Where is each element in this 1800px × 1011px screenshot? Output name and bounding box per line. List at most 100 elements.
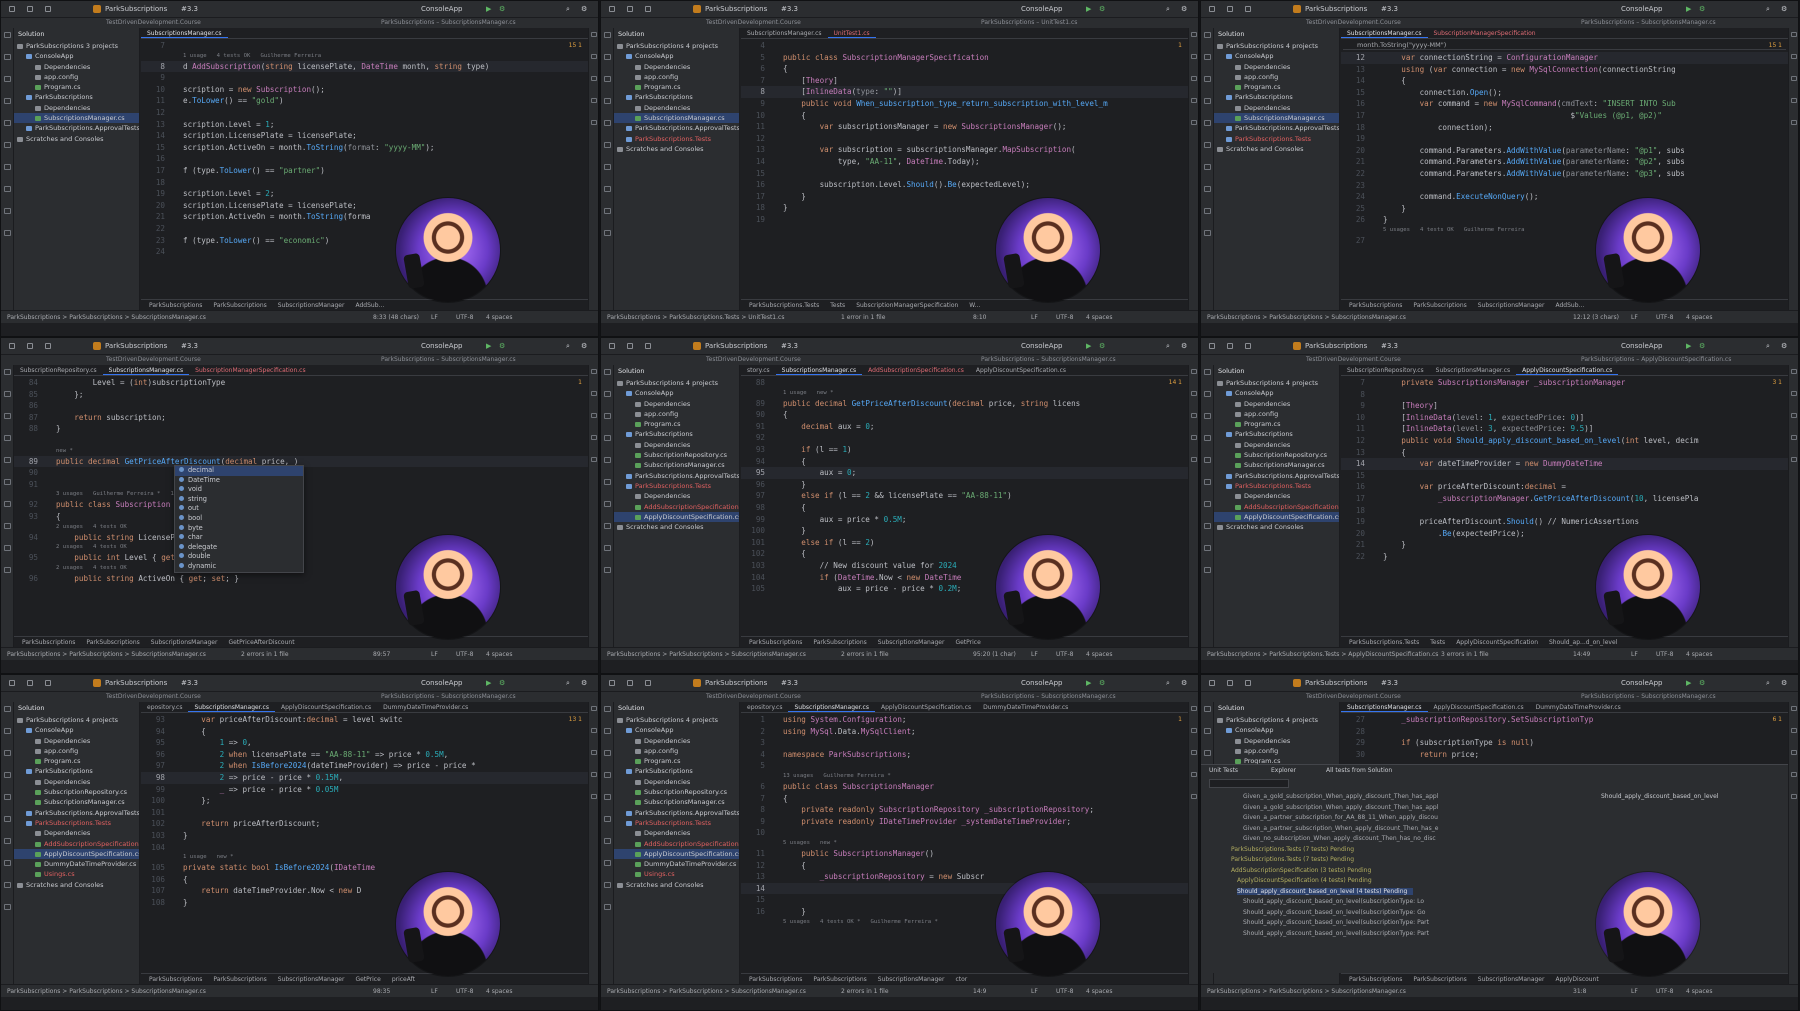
- bookmarks-icon[interactable]: [604, 772, 611, 778]
- menu-icon[interactable]: [1209, 680, 1215, 686]
- debug-icon[interactable]: ⚙: [499, 342, 505, 350]
- database-icon[interactable]: [591, 728, 597, 733]
- tree-item[interactable]: Program.cs: [1214, 82, 1339, 92]
- breadcrumb-item[interactable]: ParkSubscriptions: [1413, 976, 1466, 983]
- tree-item[interactable]: ParkSubscriptions.Tests: [614, 481, 739, 491]
- test-tree-row[interactable]: AddSubscriptionSpecification (3 tests) P…: [1231, 867, 1371, 874]
- editor-tab[interactable]: ApplyDiscountSpecification.cs: [875, 702, 977, 712]
- tree-item[interactable]: Dependencies: [14, 777, 139, 787]
- project-icon[interactable]: [1204, 369, 1211, 375]
- services-icon[interactable]: [1204, 567, 1211, 573]
- branch-name[interactable]: #3.3: [781, 342, 798, 350]
- tree-item[interactable]: Scratches and Consoles: [614, 522, 739, 532]
- solution-header[interactable]: Solution: [618, 704, 737, 715]
- menu-icon[interactable]: [9, 680, 15, 686]
- breadcrumb-item[interactable]: SubscriptionsManager: [278, 976, 345, 983]
- test-tree-row[interactable]: Should_apply_discount_based_on_level(sub…: [1243, 919, 1429, 926]
- commit-icon[interactable]: [1204, 391, 1211, 397]
- terminal-icon[interactable]: [1204, 501, 1211, 507]
- run-config[interactable]: ConsoleApp: [421, 342, 462, 350]
- code-line[interactable]: 27: [1341, 235, 1788, 247]
- code-line[interactable]: 95 aux = 0;: [741, 467, 1188, 479]
- tree-item[interactable]: Dependencies: [1214, 399, 1339, 409]
- completion-item[interactable]: DateTime: [175, 476, 303, 486]
- back-icon[interactable]: [27, 6, 33, 12]
- code-line[interactable]: 19: [741, 214, 1188, 226]
- structure-icon[interactable]: [4, 750, 11, 756]
- code-line[interactable]: 20 .Be(expectedPrice);: [1341, 528, 1788, 540]
- breadcrumb-item[interactable]: ParkSubscriptions.Tests: [1349, 639, 1419, 646]
- ai-icon[interactable]: [1191, 750, 1197, 755]
- tree-item[interactable]: ConsoleApp: [614, 51, 739, 61]
- tree-item[interactable]: ParkSubscriptions 4 projects: [614, 41, 739, 51]
- tree-item[interactable]: ParkSubscriptions: [14, 766, 139, 776]
- coverage-icon[interactable]: [591, 435, 597, 440]
- settings-icon[interactable]: ⚙: [1781, 342, 1787, 350]
- inspection-widget[interactable]: 3 1: [1772, 379, 1782, 386]
- run-icon[interactable]: [4, 794, 11, 800]
- tree-item[interactable]: ParkSubscriptions.ApprovalTests: [14, 808, 139, 818]
- status-path[interactable]: ParkSubscriptions > ParkSubscriptions > …: [1207, 988, 1406, 995]
- code-line[interactable]: 108}: [141, 897, 588, 909]
- git-icon[interactable]: [1204, 208, 1211, 214]
- tree-item[interactable]: SubscriptionsManager.cs: [614, 113, 739, 124]
- forward-icon[interactable]: [645, 6, 651, 12]
- status-errors[interactable]: 3 errors in 1 file: [1441, 651, 1489, 658]
- code-line[interactable]: 8: [1341, 389, 1788, 401]
- editor-tab[interactable]: SubscriptionsManager.cs: [1430, 365, 1517, 375]
- editor-tab[interactable]: ApplyDiscountSpecification.cs: [275, 702, 377, 712]
- caret-position[interactable]: 31:8: [1573, 988, 1586, 995]
- back-icon[interactable]: [27, 680, 33, 686]
- settings-icon[interactable]: ⚙: [1781, 5, 1787, 13]
- tree-item[interactable]: SubscriptionsManager.cs: [14, 113, 139, 124]
- code-line[interactable]: 11 public SubscriptionsManager(): [741, 848, 1188, 860]
- tree-item[interactable]: Dependencies: [1214, 62, 1339, 72]
- structure-icon[interactable]: [1204, 413, 1211, 419]
- breadcrumb-item[interactable]: ParkSubscriptions: [22, 639, 75, 646]
- solution-header[interactable]: Solution: [18, 704, 137, 715]
- coverage-icon[interactable]: [1791, 435, 1797, 440]
- editor-tab[interactable]: SubscriptionsManager.cs: [1341, 702, 1428, 712]
- notifications-icon[interactable]: [1191, 706, 1197, 711]
- branch-name[interactable]: #3.3: [1381, 342, 1398, 350]
- code-line[interactable]: 99 aux = price * 0.5M;: [741, 514, 1188, 526]
- back-icon[interactable]: [627, 680, 633, 686]
- code-line[interactable]: 15 connection.Open();: [1341, 87, 1788, 99]
- caret-position[interactable]: 12:12 (3 chars): [1573, 314, 1619, 321]
- tree-item[interactable]: app.config: [1214, 409, 1339, 419]
- run-icon[interactable]: ▶: [1686, 342, 1691, 350]
- code-line[interactable]: 96 }: [741, 479, 1188, 491]
- commit-icon[interactable]: [604, 54, 611, 60]
- tree-item[interactable]: app.config: [614, 409, 739, 419]
- tree-item[interactable]: AddSubscriptionSpecification.cs: [1214, 502, 1339, 512]
- notifications-icon[interactable]: [1191, 32, 1197, 37]
- line-endings[interactable]: LF: [1031, 651, 1038, 658]
- breadcrumb-item[interactable]: SubscriptionsManager: [151, 639, 218, 646]
- breadcrumb-item[interactable]: ParkSubscriptions: [213, 976, 266, 983]
- tree-item[interactable]: SubscriptionRepository.cs: [614, 450, 739, 460]
- code-line[interactable]: 84 Level = (int)subscriptionType: [14, 377, 588, 389]
- database-icon[interactable]: [1791, 54, 1797, 59]
- code-line[interactable]: 98 {: [741, 502, 1188, 514]
- tree-item[interactable]: Dependencies: [614, 440, 739, 450]
- notifications-icon[interactable]: [1791, 32, 1797, 37]
- terminal-icon[interactable]: [604, 501, 611, 507]
- breadcrumb-item[interactable]: SubscriptionsManager: [1478, 302, 1545, 309]
- search-icon[interactable]: ⌕: [1166, 679, 1170, 688]
- search-icon[interactable]: ⌕: [1766, 679, 1770, 688]
- code-line[interactable]: 17 f (type.ToLower() == "partner"): [141, 165, 588, 177]
- tree-item[interactable]: app.config: [14, 72, 139, 82]
- code-line[interactable]: 21 scription.ActiveOn = month.ToString(fo…: [141, 211, 588, 223]
- run-icon[interactable]: [1204, 120, 1211, 126]
- run-icon[interactable]: [604, 120, 611, 126]
- editor-tab[interactable]: DummyDateTimeProvider.cs: [1530, 702, 1627, 712]
- test-tree-row[interactable]: Given_no_subscription_When_apply_discoun…: [1243, 835, 1436, 842]
- project-icon[interactable]: [604, 369, 611, 375]
- tree-item[interactable]: Dependencies: [14, 103, 139, 113]
- debug-icon[interactable]: ⚙: [1099, 679, 1105, 687]
- tree-item[interactable]: Scratches and Consoles: [1214, 522, 1339, 532]
- code-line[interactable]: 1 using System.Configuration;: [741, 714, 1188, 726]
- completion-item[interactable]: byte: [175, 524, 303, 534]
- git-icon[interactable]: [1204, 545, 1211, 551]
- status-path[interactable]: ParkSubscriptions > ParkSubscriptions > …: [7, 988, 206, 995]
